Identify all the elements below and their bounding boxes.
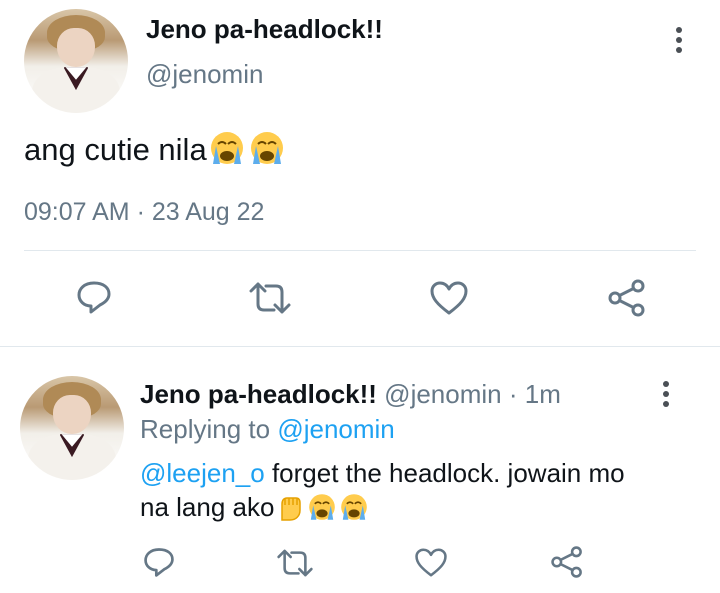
author-avatar[interactable] (24, 9, 128, 113)
reply-text-line2: na lang ako (140, 492, 275, 522)
reply-more-options-icon[interactable] (662, 381, 670, 407)
reply-text-line1: forget the headlock. jowain mo (271, 458, 625, 488)
reply-share-icon[interactable] (550, 545, 584, 579)
raised-fist-emoji (274, 492, 306, 530)
replying-to-link[interactable]: @jenomin (277, 414, 394, 444)
like-icon[interactable] (429, 280, 469, 316)
reply-header: Jeno pa-headlock!! @jenomin · 1m (140, 379, 561, 410)
more-options-icon[interactable] (675, 27, 683, 53)
crying-emoji-3 (306, 492, 338, 530)
crying-emoji-2 (247, 130, 287, 174)
retweet-icon[interactable] (248, 280, 292, 316)
reply-retweet-icon[interactable] (276, 547, 314, 579)
author-name[interactable]: Jeno pa-headlock!! (146, 14, 383, 45)
mention-link[interactable]: @leejen_o (140, 458, 265, 488)
divider (24, 250, 696, 251)
replying-to-line: Replying to @jenomin (140, 414, 395, 445)
reply-icon[interactable] (75, 278, 113, 316)
tweet-text-content: ang cutie nila (24, 132, 207, 167)
tweet-timestamp[interactable]: 09:07 AM · 23 Aug 22 (24, 198, 264, 227)
author-handle[interactable]: @jenomin (146, 59, 263, 90)
reply-reply-icon[interactable] (142, 545, 176, 579)
reply-author-avatar[interactable] (20, 376, 124, 480)
reply-author-name[interactable]: Jeno pa-headlock!! (140, 379, 377, 409)
crying-emoji (207, 130, 247, 174)
divider (0, 346, 720, 347)
reply-time[interactable]: · 1m (509, 379, 561, 409)
reply-text: @leejen_o forget the headlock. jowain mo… (140, 456, 625, 530)
replying-to-prefix: Replying to (140, 414, 271, 444)
tweet-text: ang cutie nila (24, 130, 287, 174)
crying-emoji-4 (338, 492, 370, 530)
reply-author-handle[interactable]: @jenomin (384, 379, 501, 409)
share-icon[interactable] (607, 278, 647, 318)
reply-like-icon[interactable] (414, 547, 448, 578)
